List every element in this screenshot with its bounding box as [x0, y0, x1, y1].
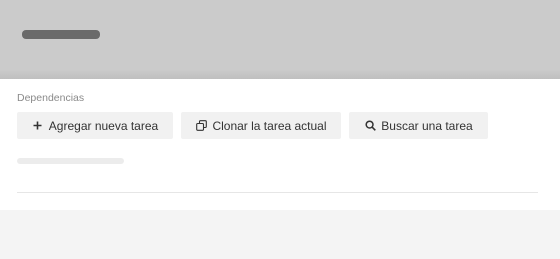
divider — [17, 192, 538, 193]
loading-placeholder — [17, 158, 124, 164]
search-task-button[interactable]: Buscar una tarea — [349, 112, 488, 139]
search-task-label: Buscar una tarea — [381, 118, 473, 133]
action-toolbar: Agregar nueva tarea Clonar la tarea actu… — [17, 112, 488, 139]
header-bar — [0, 0, 560, 79]
clone-task-button[interactable]: Clonar la tarea actual — [181, 112, 341, 139]
add-task-button[interactable]: Agregar nueva tarea — [17, 112, 173, 139]
search-icon — [364, 120, 376, 132]
footer-area — [0, 210, 560, 259]
dependencies-panel: Dependencias Agregar nueva tarea Clonar … — [0, 79, 560, 210]
section-label: Dependencias — [17, 92, 85, 104]
clone-task-label: Clonar la tarea actual — [212, 118, 327, 133]
title-placeholder — [22, 30, 100, 39]
copy-icon — [195, 120, 207, 132]
add-task-label: Agregar nueva tarea — [48, 118, 159, 133]
plus-icon — [32, 120, 44, 132]
